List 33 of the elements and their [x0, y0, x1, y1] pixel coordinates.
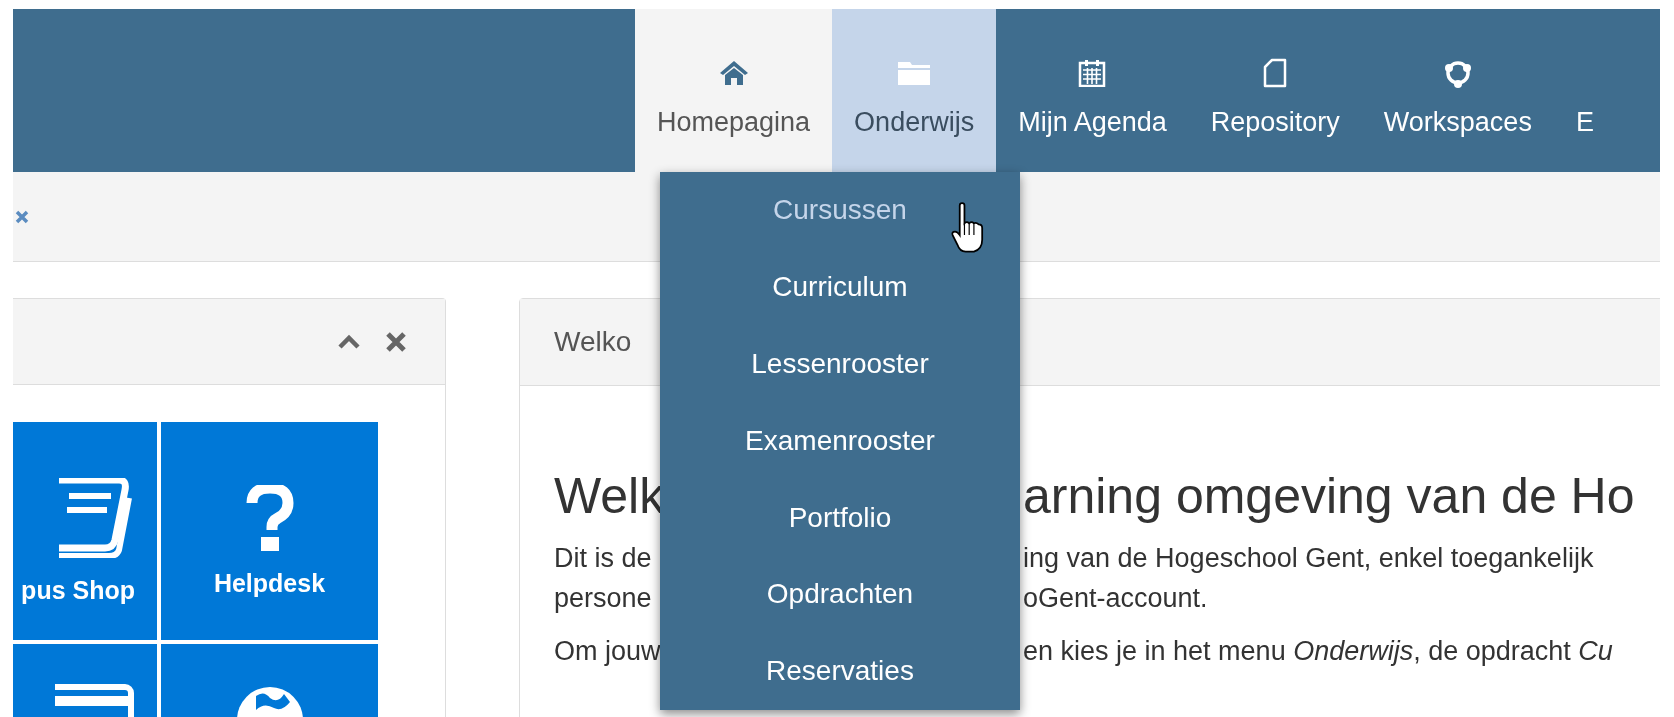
nav-tab[interactable]: E	[1553, 9, 1616, 172]
menu-item[interactable]: Reservaties	[660, 632, 1020, 710]
question-icon	[245, 484, 294, 551]
welcome-heading: arning omgeving van de Ho	[1023, 467, 1635, 526]
body-text: oGent-account.	[1023, 582, 1208, 615]
nav-tab[interactable]: Mijn Agenda	[996, 9, 1189, 172]
workspaces-icon	[1442, 58, 1473, 88]
close-icon[interactable]	[385, 330, 407, 353]
hand-cursor-icon	[950, 202, 986, 254]
menu-item[interactable]: Cursussen	[660, 172, 1020, 249]
body-text: persone	[554, 582, 652, 615]
close-icon[interactable]	[15, 209, 29, 224]
home-icon	[718, 60, 749, 86]
nav-tab[interactable]: Repository	[1188, 9, 1362, 172]
card-icon	[55, 684, 135, 717]
body-text: Om jouw	[554, 635, 661, 668]
document-icon	[1263, 58, 1288, 88]
folder-icon	[897, 60, 932, 86]
collapse-icon[interactable]	[337, 333, 361, 350]
nav-tab[interactable]: Onderwijs	[832, 9, 997, 172]
menu-item[interactable]: Opdrachten	[660, 556, 1020, 633]
body-text: Dit is de	[554, 542, 652, 575]
body-text: en kies je in het menu Onderwijs, de opdracht Cu	[1023, 635, 1613, 668]
shop-tile[interactable]: pus Shop	[13, 422, 157, 640]
body-text: ing van de Hogeschool Gent, enkel toegankelijk	[1023, 542, 1594, 575]
menu-item[interactable]: Curriculum	[660, 248, 1020, 326]
book-icon	[59, 477, 135, 558]
nav-tab[interactable]: Homepagina	[635, 9, 833, 172]
helpdesk-tile[interactable]: Helpdesk	[161, 422, 378, 640]
panel-title: Welko	[554, 326, 632, 358]
calendar-icon	[1078, 59, 1107, 87]
menu-item[interactable]: Lessenrooster	[660, 325, 1020, 403]
nav-tab[interactable]: Workspaces	[1361, 9, 1554, 172]
